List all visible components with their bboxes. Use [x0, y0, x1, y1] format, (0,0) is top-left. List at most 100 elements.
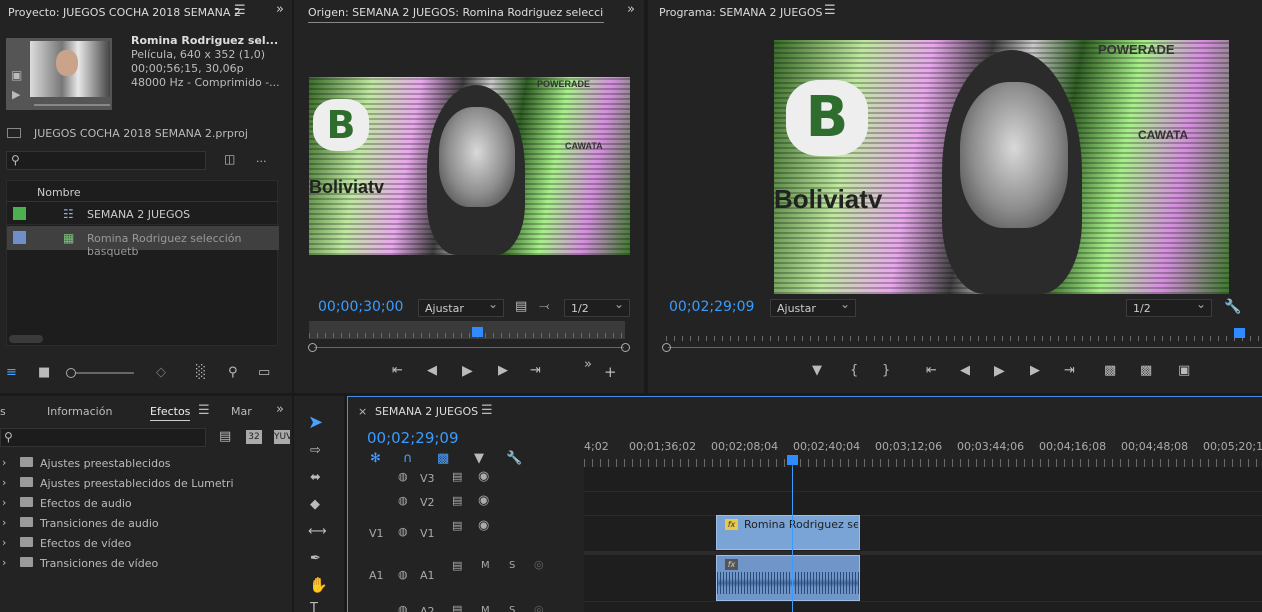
solo-button[interactable]: S [509, 560, 515, 571]
project-search-input[interactable]: ⚲ [6, 151, 206, 170]
sequence-tab[interactable]: SEMANA 2 JUEGOS [375, 405, 478, 418]
find-icon[interactable]: ◫ [224, 152, 235, 166]
list-item[interactable]: › Ajustes preestablecidos [0, 454, 284, 474]
track-label[interactable]: V1 [420, 527, 435, 540]
wrench-icon[interactable]: 🔧 [506, 452, 522, 466]
eye-icon[interactable]: ◉ [478, 469, 489, 484]
snap-icon[interactable]: ∩ [403, 452, 413, 466]
sync-lock-icon[interactable]: ▤ [452, 470, 462, 483]
type-tool-icon[interactable]: T [310, 602, 318, 612]
thumbnail-scrubber[interactable] [34, 104, 110, 106]
mute-button[interactable]: M [481, 560, 490, 571]
play-icon[interactable]: ▶ [462, 364, 473, 378]
settings-icon[interactable]: ▤ [515, 300, 527, 314]
go-to-in-icon[interactable]: ⇤ [392, 364, 403, 378]
program-monitor-title[interactable]: Programa: SEMANA 2 JUEGOS [659, 6, 822, 19]
video-clip[interactable]: fx Romina Rodriguez sele [716, 515, 860, 550]
program-zoom-bar[interactable] [662, 343, 1262, 352]
lift-icon[interactable]: ▩ [1104, 364, 1116, 378]
source-playhead[interactable] [472, 327, 483, 337]
label-color-swatch[interactable] [13, 207, 26, 220]
eye-icon[interactable]: ◉ [478, 493, 489, 508]
panel-menu-icon[interactable]: ☰ [234, 3, 246, 18]
list-item[interactable]: › Efectos de audio [0, 494, 284, 514]
list-view-icon[interactable]: ≡ [6, 366, 17, 380]
nest-icon[interactable]: ✻ [370, 452, 381, 466]
source-zoom-bar[interactable] [308, 343, 630, 352]
mark-in-icon[interactable]: { [850, 364, 858, 378]
lock-icon[interactable]: ◍ [398, 470, 408, 483]
sort-icon[interactable]: ◇ [156, 366, 166, 380]
list-item[interactable]: ☷ SEMANA 2 JUEGOS [7, 203, 279, 225]
chevron-right-icon[interactable]: › [2, 536, 6, 549]
mark-out-icon[interactable]: } [882, 364, 890, 378]
track-label[interactable]: V2 [420, 496, 435, 509]
chevron-right-icon[interactable]: › [2, 456, 6, 469]
icon-view-icon[interactable]: ■ [38, 366, 50, 380]
time-ruler[interactable]: 4;02 00;01;36;02 00;02;08;04 00;02;40;04… [584, 437, 1262, 471]
pen-tool-icon[interactable]: ✒ [310, 552, 321, 566]
microphone-icon[interactable]: ◎ [534, 558, 544, 571]
export-frame-icon[interactable]: ▣ [1178, 364, 1190, 378]
list-item[interactable]: › Efectos de vídeo [0, 534, 284, 554]
timeline-timecode[interactable]: 00;02;29;09 [367, 429, 459, 447]
go-to-out-icon[interactable]: ⇥ [530, 364, 541, 378]
source-timecode[interactable]: 00;00;30;00 [318, 299, 403, 315]
add-marker-icon[interactable]: ▼ [474, 452, 484, 466]
source-resolution-dropdown[interactable]: 1/2 [564, 297, 630, 317]
program-resolution-dropdown[interactable]: 1/2 [1126, 297, 1212, 317]
track-select-tool-icon[interactable]: ⇨ [310, 444, 321, 458]
lock-icon[interactable]: ◍ [398, 494, 408, 507]
sync-lock-icon[interactable]: ▤ [452, 519, 462, 532]
expand-panels-icon[interactable]: » [276, 402, 284, 417]
label-color-swatch[interactable] [13, 231, 26, 244]
step-forward-icon[interactable]: ▶ [1030, 364, 1040, 378]
program-playhead[interactable] [1234, 328, 1245, 338]
source-playhead-bar[interactable] [309, 321, 625, 339]
fx-badge[interactable]: fx [725, 519, 738, 530]
play-icon[interactable]: ▶ [994, 364, 1005, 378]
linked-selection-icon[interactable]: ▩ [437, 452, 449, 466]
chevron-down-icon[interactable]: ⌄ [254, 34, 263, 47]
program-playhead-bar[interactable] [666, 328, 1262, 342]
track-area[interactable]: fx Romina Rodriguez sele fx [584, 467, 1262, 612]
tab-information[interactable]: Información [47, 405, 112, 418]
new-bin-icon[interactable]: ▭ [258, 366, 270, 380]
source-fit-dropdown[interactable]: Ajustar [418, 297, 504, 317]
razor-tool-icon[interactable]: ◆ [310, 498, 320, 512]
tab-effects[interactable]: Efectos [150, 405, 191, 421]
source-monitor-title[interactable]: Origen: SEMANA 2 JUEGOS: Romina Rodrigue… [308, 6, 604, 23]
selection-tool-icon[interactable]: ➤ [308, 414, 323, 432]
list-item[interactable]: › Transiciones de audio [0, 514, 284, 534]
column-header[interactable]: Nombre [7, 181, 279, 202]
source-patch-label[interactable]: V1 [369, 527, 384, 540]
expand-panels-icon[interactable]: » [276, 2, 284, 17]
source-patch-label[interactable]: A1 [369, 569, 384, 582]
chevron-right-icon[interactable]: › [2, 476, 6, 489]
drag-video-icon[interactable]: ⤙ [539, 300, 549, 314]
close-icon[interactable]: × [358, 405, 367, 418]
step-forward-icon[interactable]: ▶ [498, 364, 508, 378]
program-fit-dropdown[interactable]: Ajustar [770, 297, 856, 317]
tab-partial[interactable]: s [0, 405, 6, 418]
audio-clip[interactable]: fx [716, 555, 860, 601]
track-label[interactable]: A1 [420, 569, 435, 582]
chevron-right-icon[interactable]: › [2, 496, 6, 509]
accelerated-effects-icon[interactable]: ▤ [219, 430, 231, 444]
zoom-slider-handle[interactable] [66, 368, 76, 378]
extract-icon[interactable]: ▩ [1140, 364, 1152, 378]
track-label[interactable]: V3 [420, 472, 435, 485]
mute-button[interactable]: M [481, 605, 490, 612]
go-to-out-icon[interactable]: ⇥ [1064, 364, 1075, 378]
sync-lock-icon[interactable]: ▤ [452, 603, 462, 612]
lock-icon[interactable]: ◍ [398, 603, 408, 612]
list-item[interactable]: › Transiciones de vídeo [0, 554, 284, 574]
32-bit-effects-icon[interactable]: 32 [246, 430, 262, 444]
zoom-slider[interactable] [66, 368, 134, 378]
play-thumbnail-icon[interactable]: ▶ [12, 88, 20, 101]
horizontal-scrollbar[interactable] [9, 335, 43, 343]
wrench-icon[interactable]: 🔧 [1224, 300, 1241, 314]
chevron-right-icon[interactable]: › [2, 516, 6, 529]
effects-search-input[interactable]: ⚲ [0, 428, 206, 447]
panel-menu-icon[interactable]: ☰ [198, 403, 210, 418]
